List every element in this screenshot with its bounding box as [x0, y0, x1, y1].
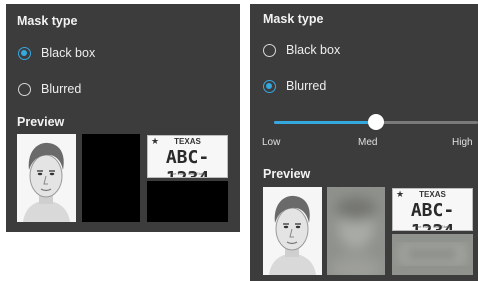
- face-sketch-icon: [263, 187, 322, 275]
- radio-label-blurred: Blurred: [286, 79, 327, 93]
- radio-selected-icon[interactable]: [263, 79, 276, 93]
- plate-state: TEXAS: [174, 137, 201, 146]
- blur-pattern-icon: [392, 234, 473, 275]
- license-plate-preview: ★ TEXAS ABC-1234 The Lone Star State: [147, 135, 228, 178]
- radio-unselected-icon[interactable]: [263, 43, 276, 57]
- face-sketch-icon: [17, 134, 76, 222]
- mask-settings-panel-blurred: Mask type Black box Blurred Low Med High…: [250, 4, 478, 281]
- slider-label-high: High: [452, 137, 473, 148]
- blurred-plate-mask-preview: [392, 234, 473, 275]
- preview-heading: Preview: [17, 115, 65, 129]
- preview-heading: Preview: [263, 167, 311, 181]
- plate-state: TEXAS: [419, 190, 446, 199]
- radio-option-blurred[interactable]: Blurred: [18, 80, 81, 98]
- radio-unselected-icon[interactable]: [18, 82, 31, 96]
- blur-pattern-icon: [327, 187, 385, 275]
- license-plate-preview: ★ TEXAS ABC-1234 The Lone Star State: [392, 188, 473, 231]
- plate-slogan: The Lone Star State: [169, 171, 206, 176]
- radio-option-blurred[interactable]: Blurred: [263, 77, 326, 95]
- slider-label-low: Low: [262, 137, 281, 148]
- black-box-plate-mask-preview: [147, 181, 228, 222]
- black-box-mask-preview: [82, 134, 140, 222]
- mask-type-heading: Mask type: [17, 14, 78, 28]
- mask-settings-panel-black-box: Mask type Black box Blurred Preview ★ TE…: [6, 4, 240, 232]
- face-preview-image: [17, 134, 76, 222]
- radio-label-blurred: Blurred: [41, 82, 82, 96]
- radio-label-black-box: Black box: [286, 43, 341, 57]
- slider-label-med: Med: [358, 137, 378, 148]
- radio-option-black-box[interactable]: Black box: [263, 41, 340, 59]
- radio-option-black-box[interactable]: Black box: [18, 44, 95, 62]
- blurred-face-mask-preview: [327, 187, 385, 275]
- mask-type-heading: Mask type: [263, 12, 324, 26]
- radio-selected-icon[interactable]: [18, 46, 31, 60]
- plate-slogan: The Lone Star State: [414, 224, 451, 229]
- slider-fill: [274, 121, 376, 124]
- radio-label-black-box: Black box: [41, 46, 96, 60]
- slider-handle[interactable]: [368, 114, 384, 130]
- face-preview-image: [263, 187, 322, 275]
